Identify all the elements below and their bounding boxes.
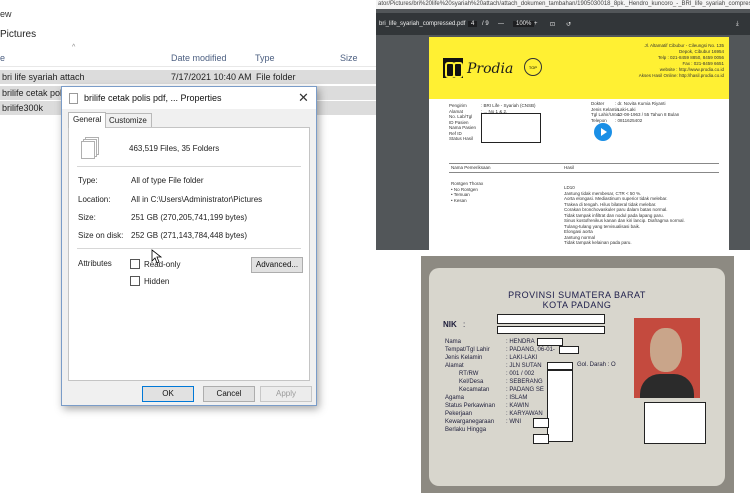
redaction-box — [547, 370, 573, 442]
apply-button[interactable]: Apply — [260, 386, 312, 402]
document-icon — [69, 93, 78, 104]
top-brand-badge-icon: TOP — [524, 58, 542, 76]
patient-field-labels: Pengirim Alamat No. Lab/Tgl ID Pasien Nama P… — [449, 103, 477, 141]
multiple-files-icon — [81, 137, 99, 159]
download-icon[interactable]: ⤓ — [736, 21, 739, 28]
file-row-name: brilife300k — [2, 103, 44, 113]
file-row[interactable]: bri life syariah attach 7/17/2021 10:40 … — [0, 70, 376, 84]
id-card-photo: PROVINSI SUMATERA BARAT KOTA PADANG NIK … — [421, 256, 734, 493]
tab-customize[interactable]: Customize — [104, 113, 152, 128]
prodia-header: Prodia TOP Jl. Altamatif Cibubur - Cileu… — [429, 37, 729, 99]
type-label: Type: — [78, 176, 98, 185]
table-head-result: Hasil — [564, 165, 575, 170]
hidden-checkbox[interactable] — [130, 276, 140, 286]
divider — [449, 163, 719, 164]
page-number-input[interactable]: 4 — [468, 21, 478, 27]
doctor-field-values: : dr. Novita Kumia Riyanti: Laki-Laki: 1… — [615, 101, 680, 123]
card-province: PROVINSI SUMATERA BARAT — [508, 290, 646, 300]
table-head-exam: Nama Pemeriksaan — [451, 165, 491, 170]
card-city: KOTA PADANG — [542, 300, 612, 310]
redaction-box — [559, 346, 579, 354]
column-header-row: e Date modified Type Size — [0, 47, 376, 67]
pdf-page: Prodia TOP Jl. Altamatif Cibubur - Cileu… — [429, 37, 729, 250]
redaction-box — [537, 338, 563, 346]
zoom-level[interactable]: 100% — [513, 21, 535, 27]
portrait-photo — [634, 318, 700, 398]
location-value: All in C:\Users\Administrator\Pictures — [131, 195, 263, 204]
dialog-titlebar[interactable]: brilife cetak polis pdf, ... Properties … — [62, 87, 316, 109]
redaction-box — [547, 362, 573, 370]
pdf-toolbar: bri_life_syariah_compressed.pdf 4 / 9 — … — [376, 13, 750, 35]
divider — [77, 248, 301, 249]
fit-page-icon[interactable]: ⊡ — [550, 21, 555, 28]
cancel-button[interactable]: Cancel — [203, 386, 255, 402]
rotate-icon[interactable]: ↺ — [566, 21, 571, 28]
file-count-summary: 463,519 Files, 35 Folders — [129, 144, 220, 153]
dialog-title: brilife cetak polis pdf, ... Properties — [84, 93, 222, 103]
card-field-labels: Nama Tempat/Tgl Lahir Jenis Kelamin Alamat R… — [445, 339, 496, 433]
view-menu[interactable]: ew — [0, 9, 12, 19]
column-type[interactable]: Type — [255, 53, 275, 63]
general-panel: 463,519 Files, 35 Folders Type: All of t… — [68, 127, 310, 381]
file-row-name: brilife cetak polis — [2, 88, 69, 98]
url-bar[interactable]: ator/Pictures/bri%20life%20syariah%20att… — [376, 0, 750, 9]
type-value: All of type File folder — [131, 176, 204, 185]
column-date-modified[interactable]: Date modified — [171, 53, 227, 63]
play-button-icon[interactable] — [594, 123, 612, 141]
properties-dialog: brilife cetak polis pdf, ... Properties … — [61, 86, 317, 406]
readonly-label: Read-only — [144, 260, 181, 269]
page-total: / 9 — [482, 21, 489, 27]
prodia-logo-icon — [443, 58, 463, 78]
size-value: 251 GB (270,205,741,199 bytes) — [131, 213, 248, 222]
redaction-box — [644, 402, 706, 444]
prodia-brand: Prodia — [467, 61, 514, 77]
file-row-name: bri life syariah attach — [2, 72, 85, 82]
redaction-box — [481, 113, 541, 143]
pdf-viewer: ator/Pictures/bri%20life%20syariah%20att… — [376, 0, 750, 250]
zoom-out-icon[interactable]: — — [498, 21, 504, 27]
redaction-box — [497, 314, 605, 324]
divider — [77, 166, 301, 167]
pdf-filename: bri_life_syariah_compressed.pdf — [379, 21, 466, 27]
tab-general[interactable]: General — [68, 112, 107, 128]
advanced-button[interactable]: Advanced... — [251, 257, 303, 273]
prodia-address: Jl. Altamatif Cibubur - Cileungsi No. 13… — [638, 43, 724, 78]
file-row-type: File folder — [256, 72, 296, 82]
redaction-box — [533, 418, 549, 428]
column-name[interactable]: e — [0, 53, 5, 63]
size-on-disk-label: Size on disk: — [78, 231, 124, 240]
readonly-checkbox[interactable] — [130, 259, 140, 269]
id-card: PROVINSI SUMATERA BARAT KOTA PADANG NIK … — [429, 268, 725, 486]
file-row-date: 7/17/2021 10:40 AM — [171, 72, 252, 82]
screen: ew Pictures ^ e Date modified Type Size … — [0, 0, 750, 500]
size-on-disk-value: 252 GB (271,143,784,448 bytes) — [131, 231, 248, 240]
close-icon[interactable]: ✕ — [298, 90, 309, 106]
location-label: Location: — [78, 195, 111, 204]
radiology-result: LD10 Jantung tidak membesar, CTR < 50 %. A… — [564, 185, 685, 245]
ok-button[interactable]: OK — [142, 386, 194, 402]
exam-names: Rontgen Thorax • No Rontgen • Temuan • K… — [451, 181, 484, 203]
zoom-in-icon[interactable]: + — [534, 21, 538, 27]
attributes-label: Attributes — [78, 259, 112, 268]
redaction-box — [533, 434, 549, 444]
nik-label: NIK — [443, 320, 457, 329]
hidden-label: Hidden — [144, 277, 170, 286]
address-bar-path[interactable]: Pictures — [0, 29, 36, 40]
redaction-box — [497, 326, 605, 334]
blood-type: Gol. Darah : O — [577, 362, 616, 368]
size-label: Size: — [78, 213, 96, 222]
mouse-cursor-icon — [151, 249, 163, 264]
column-size[interactable]: Size — [340, 53, 358, 63]
divider — [449, 172, 719, 173]
